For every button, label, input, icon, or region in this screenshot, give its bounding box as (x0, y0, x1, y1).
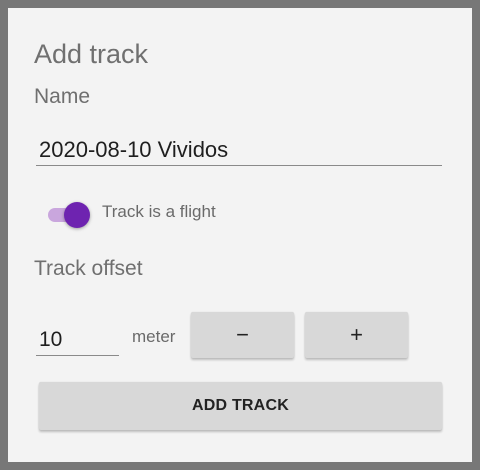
track-offset-input[interactable] (36, 324, 119, 356)
flight-toggle-switch[interactable] (48, 202, 90, 228)
flight-toggle-label[interactable]: Track is a flight (102, 201, 216, 223)
decrease-offset-button[interactable]: − (191, 312, 294, 358)
add-track-dialog: Add track Name Track is a flight Track o… (8, 8, 472, 462)
increase-offset-button[interactable]: + (305, 312, 408, 358)
name-label: Name (34, 85, 91, 108)
track-offset-label: Track offset (34, 257, 143, 280)
dialog-title: Add track (34, 39, 149, 69)
switch-thumb (64, 202, 90, 228)
track-name-input[interactable] (36, 134, 442, 166)
add-track-button[interactable]: ADD TRACK (39, 382, 442, 430)
offset-unit-label: meter (132, 327, 176, 346)
